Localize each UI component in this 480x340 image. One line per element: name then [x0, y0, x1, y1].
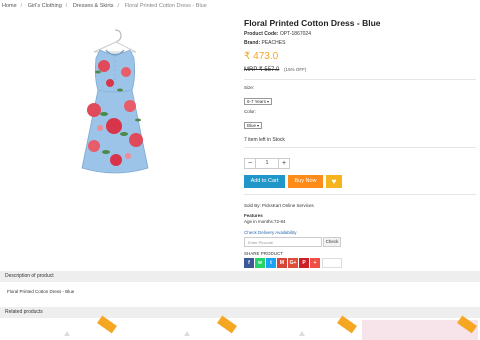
- more-share-icon[interactable]: +: [310, 258, 320, 268]
- check-delivery-label: Check Delivery Availability: [244, 230, 297, 235]
- breadcrumb-girls-clothing[interactable]: Girl's Clothing: [28, 3, 62, 9]
- buy-now-button[interactable]: Buy Now: [288, 175, 323, 188]
- breadcrumb-dresses-skirts[interactable]: Dresses & Skirts: [73, 3, 114, 9]
- quantity-stepper: − 1 +: [244, 158, 476, 169]
- related-product-card[interactable]: [122, 315, 238, 340]
- twitter-icon[interactable]: t: [266, 258, 276, 268]
- size-label: Size:: [244, 85, 255, 90]
- sold-by: Sold By: PicksKart Online Services: [244, 203, 314, 208]
- share-buttons: f w t M G+ P +: [244, 258, 476, 268]
- add-to-cart-button[interactable]: Add to Cart: [244, 175, 285, 188]
- chevron-down-icon: ▾: [267, 99, 270, 104]
- features-value: Age in months:72-84: [244, 219, 286, 224]
- product-thumbnail-icon: [299, 331, 305, 336]
- product-info: Floral Printed Cotton Dress - Blue Produ…: [244, 18, 476, 268]
- divider: [244, 79, 476, 80]
- divider: [244, 147, 476, 148]
- pinterest-icon[interactable]: P: [299, 258, 309, 268]
- related-products-header: Related products: [0, 307, 480, 318]
- share-label: SHARE PRODUCT: [244, 251, 284, 256]
- discount-badge: (15% OFF): [284, 67, 307, 72]
- color-select[interactable]: Blue▾: [244, 122, 263, 129]
- ribbon-tag-icon: [217, 315, 237, 334]
- stock-status: 7 item left in Stock: [244, 137, 285, 143]
- google-plus-icon[interactable]: G+: [288, 258, 298, 268]
- product-thumbnail-icon: [64, 331, 70, 336]
- related-product-card[interactable]: [2, 315, 118, 340]
- product-image[interactable]: [70, 28, 160, 178]
- ribbon-tag-icon: [337, 315, 357, 334]
- features-heading: Features: [244, 213, 263, 218]
- ribbon-tag-icon: [97, 315, 117, 334]
- description-header: Description of product: [0, 271, 480, 282]
- wishlist-heart-icon[interactable]: ♥: [326, 175, 342, 188]
- description-text: Floral Printed Cotton Dress - Blue: [7, 289, 75, 294]
- product-brand: Brand: PEACHES: [244, 40, 286, 46]
- whatsapp-icon[interactable]: w: [255, 258, 265, 268]
- facebook-icon[interactable]: f: [244, 258, 254, 268]
- product-mrp: MRP ₹ 557.0: [244, 67, 280, 73]
- breadcrumb-home[interactable]: Home: [2, 3, 17, 9]
- divider: [244, 194, 476, 195]
- breadcrumb: Home / Girl's Clothing / Dresses & Skirts /…: [2, 3, 207, 9]
- pincode-input[interactable]: [244, 237, 322, 247]
- delivery-check: Check: [244, 237, 476, 247]
- share-count-box: [322, 258, 342, 268]
- size-select[interactable]: 6-7 Years▾: [244, 98, 273, 105]
- product-code: Product Code: OPT-1867024: [244, 31, 311, 37]
- color-label: Color:: [244, 109, 257, 114]
- quantity-decrease-button[interactable]: −: [244, 158, 256, 169]
- product-price: ₹ 473.0: [244, 51, 279, 62]
- product-title: Floral Printed Cotton Dress - Blue: [244, 18, 381, 28]
- quantity-value[interactable]: 1: [256, 158, 278, 169]
- purchase-actions: Add to Cart Buy Now ♥: [244, 175, 476, 188]
- gmail-icon[interactable]: M: [277, 258, 287, 268]
- breadcrumb-current: Floral Printed Cotton Dress - Blue: [124, 3, 207, 9]
- related-product-card[interactable]: [242, 315, 358, 340]
- related-product-card[interactable]: [362, 315, 478, 340]
- check-button[interactable]: Check: [323, 237, 341, 247]
- mrp-row: MRP ₹ 557.0 (15% OFF): [244, 66, 476, 73]
- product-page: Home / Girl's Clothing / Dresses & Skirts /…: [0, 0, 480, 340]
- chevron-down-icon: ▾: [257, 123, 260, 128]
- quantity-increase-button[interactable]: +: [278, 158, 290, 169]
- product-thumbnail-icon: [184, 331, 190, 336]
- ribbon-tag-icon: [457, 315, 477, 334]
